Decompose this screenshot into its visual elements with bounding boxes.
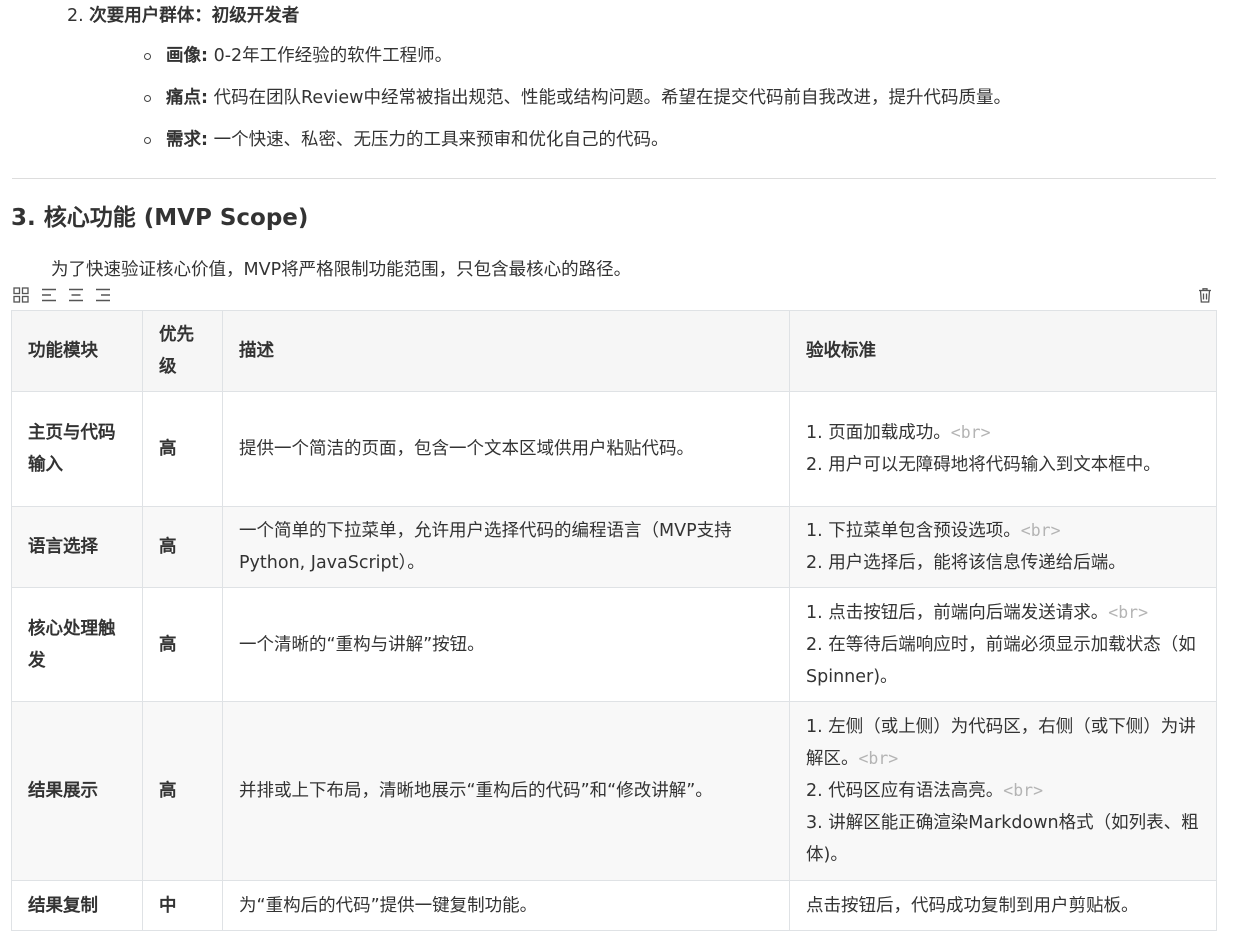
criteria-line: 1. 下拉菜单包含预设选项。 [806, 521, 1021, 541]
cell-criteria[interactable]: 1. 下拉菜单包含预设选项。<br> 2. 用户选择后，能将该信息传递给后端。 [789, 506, 1217, 588]
bullet-text: 一个快速、私密、无压力的工具来预审和优化自己的代码。 [208, 130, 669, 150]
cell-criteria[interactable]: 1. 左侧（或上侧）为代码区，右侧（或下侧）为讲解区。<br> 2. 代码区应有… [789, 701, 1217, 881]
criteria-line: 点击按钮后，代码成功复制到用户剪贴板。 [806, 895, 1139, 916]
section-heading: 3. 核心功能 (MVP Scope) [11, 205, 309, 231]
table-row: 结果展示 高 并排或上下布局，清晰地展示“重构后的代码”和“修改讲解”。 1. … [11, 701, 1217, 881]
cell-criteria[interactable]: 1. 点击按钮后，前端向后端发送请求。<br> 2. 在等待后端响应时，前端必须… [789, 587, 1217, 702]
criteria-line: 2. 用户选择后，能将该信息传递给后端。 [806, 553, 1126, 573]
cell-criteria[interactable]: 1. 页面加载成功。<br> 2. 用户可以无障碍地将代码输入到文本框中。 [789, 391, 1217, 507]
cell-module[interactable]: 结果复制 [11, 880, 143, 931]
criteria-line: 3. 讲解区能正确渲染Markdown格式（如列表、粗体)。 [806, 813, 1199, 865]
bullet-label: 画像: [166, 46, 208, 66]
criteria-line: 2. 在等待后端响应时，前端必须显示加载状态（如Spinner)。 [806, 634, 1196, 687]
bullet-label: 需求: [166, 130, 208, 150]
criteria-line: 1. 页面加载成功。 [806, 423, 951, 443]
persona-bullet: 需求: 一个快速、私密、无压力的工具来预审和优化自己的代码。 [144, 124, 1011, 166]
table-row: 核心处理触发 高 一个清晰的“重构与讲解”按钮。 1. 点击按钮后，前端向后端发… [11, 587, 1217, 702]
br-tag: <br> [1108, 602, 1149, 622]
cell-criteria[interactable]: 点击按钮后，代码成功复制到用户剪贴板。 [789, 880, 1217, 931]
header-module: 功能模块 [11, 310, 143, 392]
cell-priority[interactable]: 高 [142, 701, 223, 881]
table-header-row: 功能模块 优先级 描述 验收标准 [11, 310, 1217, 392]
persona-number: 2. [67, 6, 84, 26]
table-toolbar [12, 286, 1216, 306]
persona-bullet-list: 画像: 0-2年工作经验的软件工程师。 痛点: 代码在团队Review中经常被指… [144, 40, 1011, 166]
cell-description[interactable]: 一个清晰的“重构与讲解”按钮。 [222, 587, 790, 702]
criteria-line: 2. 用户可以无障碍地将代码输入到文本框中。 [806, 455, 1161, 475]
br-tag: <br> [1003, 781, 1044, 800]
align-right-icon[interactable] [94, 286, 112, 304]
features-table: 功能模块 优先级 描述 验收标准 主页与代码输入 高 提供一个简洁的页面，包含一… [11, 310, 1217, 931]
persona-bullet: 画像: 0-2年工作经验的软件工程师。 [144, 40, 1011, 82]
align-center-icon[interactable] [67, 286, 85, 304]
cell-description[interactable]: 提供一个简洁的页面，包含一个文本区域供用户粘贴代码。 [222, 391, 790, 507]
br-tag: <br> [1020, 521, 1061, 540]
criteria-line: 2. 代码区应有语法高亮。 [806, 781, 1004, 801]
persona-heading: 2. 次要用户群体：初级开发者 [67, 2, 299, 27]
br-tag: <br> [858, 749, 899, 768]
persona-bullet: 痛点: 代码在团队Review中经常被指出规范、性能或结构问题。希望在提交代码前… [144, 82, 1011, 124]
br-tag: <br> [950, 423, 991, 442]
bullet-text: 代码在团队Review中经常被指出规范、性能或结构问题。希望在提交代码前自我改进… [208, 88, 1011, 108]
cell-description[interactable]: 为“重构后的代码”提供一键复制功能。 [222, 880, 790, 931]
cell-module[interactable]: 语言选择 [11, 506, 143, 588]
table-grid-icon[interactable] [12, 286, 30, 304]
section-divider [12, 178, 1216, 179]
persona-title: 次要用户群体：初级开发者 [89, 6, 300, 26]
section-intro: 为了快速验证核心价值，MVP将严格限制功能范围，只包含最核心的路径。 [51, 260, 632, 280]
table-row: 主页与代码输入 高 提供一个简洁的页面，包含一个文本区域供用户粘贴代码。 1. … [11, 391, 1217, 507]
criteria-line: 1. 点击按钮后，前端向后端发送请求。 [806, 602, 1109, 623]
cell-priority[interactable]: 高 [142, 391, 223, 507]
cell-module[interactable]: 结果展示 [11, 701, 143, 881]
table-row: 结果复制 中 为“重构后的代码”提供一键复制功能。 点击按钮后，代码成功复制到用… [11, 880, 1217, 931]
cell-description[interactable]: 并排或上下布局，清晰地展示“重构后的代码”和“修改讲解”。 [222, 701, 790, 881]
cell-priority[interactable]: 高 [142, 506, 223, 588]
trash-icon[interactable] [1196, 286, 1214, 304]
cell-module[interactable]: 主页与代码输入 [11, 391, 143, 507]
bullet-text: 0-2年工作经验的软件工程师。 [208, 46, 453, 66]
bullet-label: 痛点: [166, 88, 208, 108]
table-row: 语言选择 高 一个简单的下拉菜单，允许用户选择代码的编程语言（MVP支持Pyth… [11, 506, 1217, 588]
cell-priority[interactable]: 中 [142, 880, 223, 931]
cell-description[interactable]: 一个简单的下拉菜单，允许用户选择代码的编程语言（MVP支持Python, Jav… [222, 506, 790, 588]
align-left-icon[interactable] [40, 286, 58, 304]
header-priority: 优先级 [142, 310, 223, 392]
cell-module[interactable]: 核心处理触发 [11, 587, 143, 702]
header-criteria: 验收标准 [789, 310, 1217, 392]
cell-priority[interactable]: 高 [142, 587, 223, 702]
header-description: 描述 [222, 310, 790, 392]
